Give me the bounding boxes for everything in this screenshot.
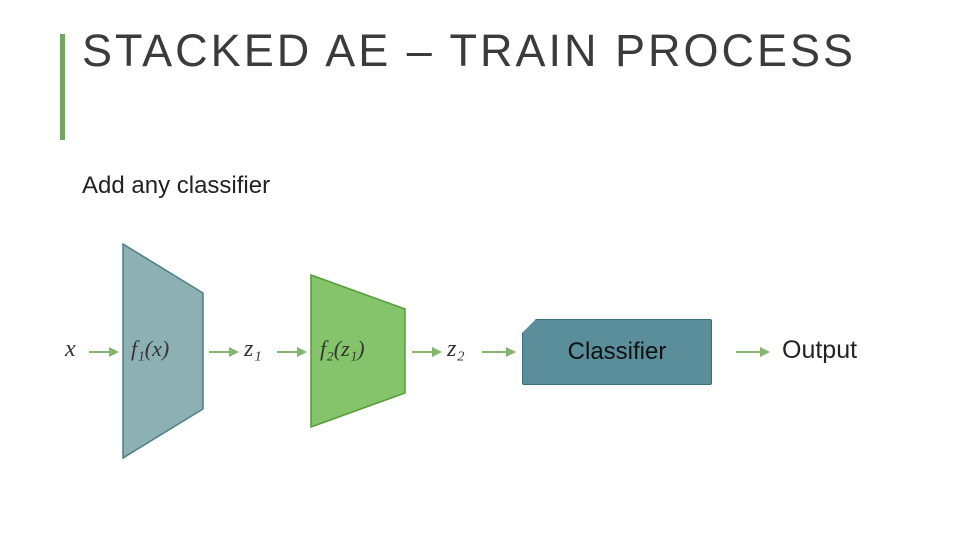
arrow-icon bbox=[480, 343, 518, 361]
arrow-icon bbox=[87, 343, 121, 361]
node-x-label: x bbox=[65, 336, 76, 363]
arrow-icon bbox=[207, 343, 241, 361]
node-f1-label: f₁(x) bbox=[131, 336, 169, 362]
classifier-label: Classifier bbox=[568, 338, 667, 366]
node-f2-label: f₂(z₁) bbox=[320, 336, 365, 362]
subtitle: Add any classifier bbox=[82, 172, 270, 200]
arrow-icon bbox=[410, 343, 444, 361]
node-z1-label: z₁ bbox=[244, 336, 262, 363]
node-output-label: Output bbox=[782, 336, 857, 365]
node-z2-label: z₂ bbox=[447, 336, 465, 363]
page-title: STACKED AE – TRAIN PROCESS bbox=[60, 26, 856, 76]
arrow-icon bbox=[275, 343, 309, 361]
title-accent-bar bbox=[60, 34, 65, 140]
title-block: STACKED AE – TRAIN PROCESS bbox=[60, 26, 856, 76]
classifier-box: Classifier bbox=[522, 319, 712, 385]
arrow-icon bbox=[734, 343, 772, 361]
